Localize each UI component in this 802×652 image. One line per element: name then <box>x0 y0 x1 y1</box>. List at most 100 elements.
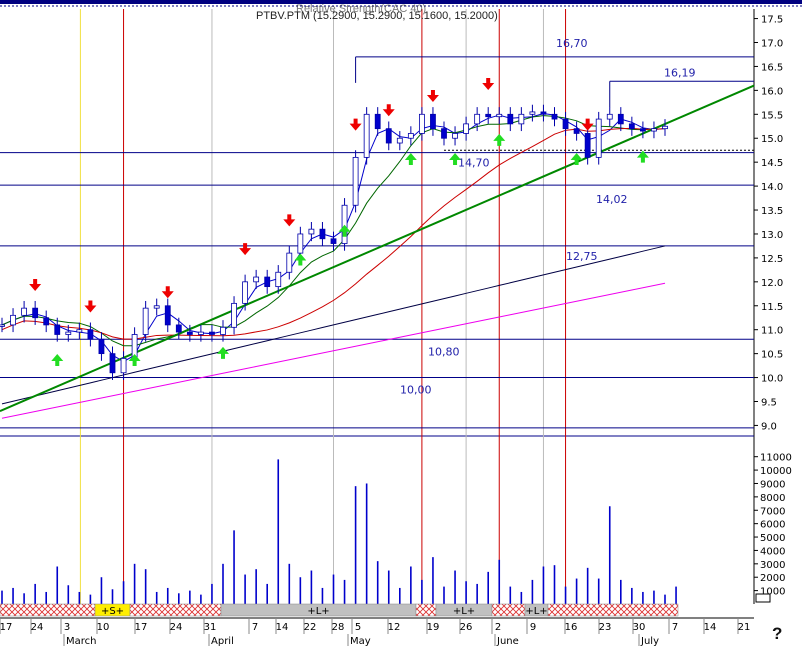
level-label: 14,70 <box>458 157 490 170</box>
volume-tick-label: 9000 <box>760 479 785 490</box>
candle-body <box>319 228 326 240</box>
day-label: 17 <box>0 622 12 633</box>
candle-body <box>562 118 569 130</box>
candle-body <box>651 128 657 132</box>
candle-body <box>551 113 558 120</box>
day-label: 22 <box>304 622 317 633</box>
candle-body <box>441 128 447 139</box>
sell-arrow-icon <box>349 118 362 131</box>
day-label: 24 <box>170 622 183 633</box>
month-label: July <box>640 636 659 647</box>
price-volume-chart[interactable]: 17.5 17.0 16.5 16.0 15.5 15.0 14.5 14.0 13.5 13.0… <box>0 0 802 647</box>
candle-body <box>617 113 624 125</box>
candle-body <box>418 113 425 134</box>
help-button[interactable]: ? <box>772 624 782 644</box>
day-label: 3 <box>64 622 70 633</box>
day-label: 10 <box>97 622 110 633</box>
price-tick-label: 11.0 <box>761 326 783 337</box>
month-label: March <box>66 636 96 647</box>
candle-body <box>87 329 94 340</box>
candle-body <box>407 133 414 139</box>
day-label: 14 <box>276 622 289 633</box>
day-label: 17 <box>135 622 148 633</box>
candle-body <box>142 307 149 335</box>
candle-body <box>518 113 525 125</box>
candle-body <box>153 305 160 309</box>
candle-body <box>264 276 271 288</box>
price-tick-label: 9.0 <box>761 421 777 432</box>
day-label: 14 <box>704 622 717 633</box>
buy-arrow-icon <box>493 133 506 146</box>
price-tick-label: 13.5 <box>761 206 783 217</box>
signal-label: +L+ <box>307 606 329 617</box>
candle-body <box>595 118 602 158</box>
price-tick-label: 15.0 <box>761 134 783 145</box>
level-label: 10,80 <box>428 345 460 358</box>
volume-tick-label: 5000 <box>760 533 785 544</box>
candle-body <box>186 331 193 335</box>
day-label: 7 <box>252 622 258 633</box>
candle-body <box>43 317 50 326</box>
signal-label: +L+ <box>525 606 547 617</box>
price-tick-label: 12.5 <box>761 254 783 265</box>
candle-body <box>275 271 282 288</box>
level-label: 14,02 <box>596 193 628 206</box>
price-tick-label: 9.5 <box>761 397 777 408</box>
day-label: 2 <box>495 622 501 633</box>
day-label: 12 <box>388 622 401 633</box>
chart-window: 17.5 17.0 16.5 16.0 15.5 15.0 14.5 14.0 13.5 13.0… <box>0 0 802 647</box>
volume-tick-label: 3000 <box>760 560 785 571</box>
price-tick-label: 11.5 <box>761 302 783 313</box>
price-tick-label: 12.0 <box>761 278 783 289</box>
signal-label: +S+ <box>101 606 124 617</box>
day-label: 9 <box>530 622 536 633</box>
candle-body <box>54 324 61 335</box>
candle-body <box>175 324 182 333</box>
day-label: 28 <box>332 622 345 633</box>
candle-body <box>98 338 105 355</box>
price-tick-label: 17.0 <box>761 39 783 50</box>
candle-body <box>164 305 171 326</box>
candle-body <box>76 329 83 333</box>
volume-tick-label: 6000 <box>760 520 785 531</box>
candle-body <box>507 113 514 125</box>
candle-body <box>231 302 237 328</box>
candle-body <box>65 331 72 335</box>
level-label: 16,70 <box>556 37 588 50</box>
candle-body <box>396 137 403 144</box>
day-label: 7 <box>672 622 678 633</box>
candle-body <box>197 331 204 335</box>
volume-tick-label: 8000 <box>760 493 785 504</box>
sell-arrow-icon <box>426 89 439 102</box>
level-label: 16,19 <box>664 66 696 79</box>
buy-arrow-icon <box>294 253 307 266</box>
price-tick-label: 14.0 <box>761 182 783 193</box>
candle-body <box>32 307 39 319</box>
price-tick-label: 10.5 <box>761 350 783 361</box>
candle-body <box>573 128 580 134</box>
candle-body <box>308 228 315 235</box>
volume-tick-label: 7000 <box>760 506 785 517</box>
day-label: 24 <box>31 622 44 633</box>
candle-body <box>109 353 116 374</box>
volume-tick-label: 2000 <box>760 573 785 584</box>
candle-body <box>485 113 492 118</box>
day-label: 31 <box>204 622 217 633</box>
price-tick-label: 14.5 <box>761 158 783 169</box>
month-label: April <box>211 636 234 647</box>
day-label: 26 <box>460 622 473 633</box>
scroll-icon <box>755 593 771 603</box>
candle-body <box>341 204 348 244</box>
sell-arrow-icon <box>581 118 594 131</box>
candle-body <box>640 128 646 132</box>
price-tick-label: 16.5 <box>761 62 783 73</box>
day-label: 16 <box>565 622 578 633</box>
candle-body <box>220 326 226 335</box>
candle-body <box>253 276 260 283</box>
sell-arrow-icon <box>482 77 495 90</box>
price-tick-label: 17.5 <box>761 15 783 26</box>
candle-body <box>452 133 458 139</box>
candle-body <box>352 156 359 206</box>
day-label: 19 <box>427 622 440 633</box>
sell-arrow-icon <box>382 104 395 117</box>
